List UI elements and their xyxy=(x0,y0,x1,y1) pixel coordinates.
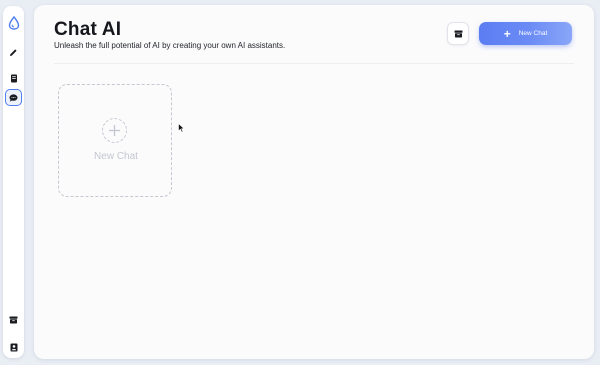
sidebar-item-contacts[interactable] xyxy=(5,339,22,356)
sidebar-item-edit[interactable] xyxy=(5,44,22,61)
drop-logo-icon xyxy=(8,15,19,30)
plus-circle-icon xyxy=(102,118,127,143)
page-title: Chat AI xyxy=(54,19,122,40)
sidebar xyxy=(3,6,24,358)
new-chat-button[interactable]: + New Chat xyxy=(479,22,572,45)
document-icon xyxy=(10,74,17,83)
archive-button[interactable] xyxy=(447,22,469,45)
sidebar-item-chat[interactable] xyxy=(5,89,22,106)
pencil-icon xyxy=(10,49,17,56)
sidebar-logo[interactable] xyxy=(5,14,22,31)
mouse-cursor-icon xyxy=(178,123,185,133)
archive-icon xyxy=(9,316,18,323)
plus-icon: + xyxy=(503,26,511,41)
page-subtitle: Unleash the full potential of AI by crea… xyxy=(54,41,286,50)
main-panel: Chat AI Unleash the full potential of AI… xyxy=(34,5,594,359)
new-chat-card[interactable]: New Chat xyxy=(58,84,172,197)
sidebar-item-documents[interactable] xyxy=(5,70,22,87)
sidebar-item-archive[interactable] xyxy=(5,311,22,328)
chat-bubble-icon xyxy=(9,93,18,102)
archive-icon xyxy=(454,30,462,37)
header-divider xyxy=(54,63,574,64)
new-chat-card-label: New Chat xyxy=(94,151,138,162)
contacts-icon xyxy=(10,343,17,352)
new-chat-button-label: New Chat xyxy=(518,30,548,37)
